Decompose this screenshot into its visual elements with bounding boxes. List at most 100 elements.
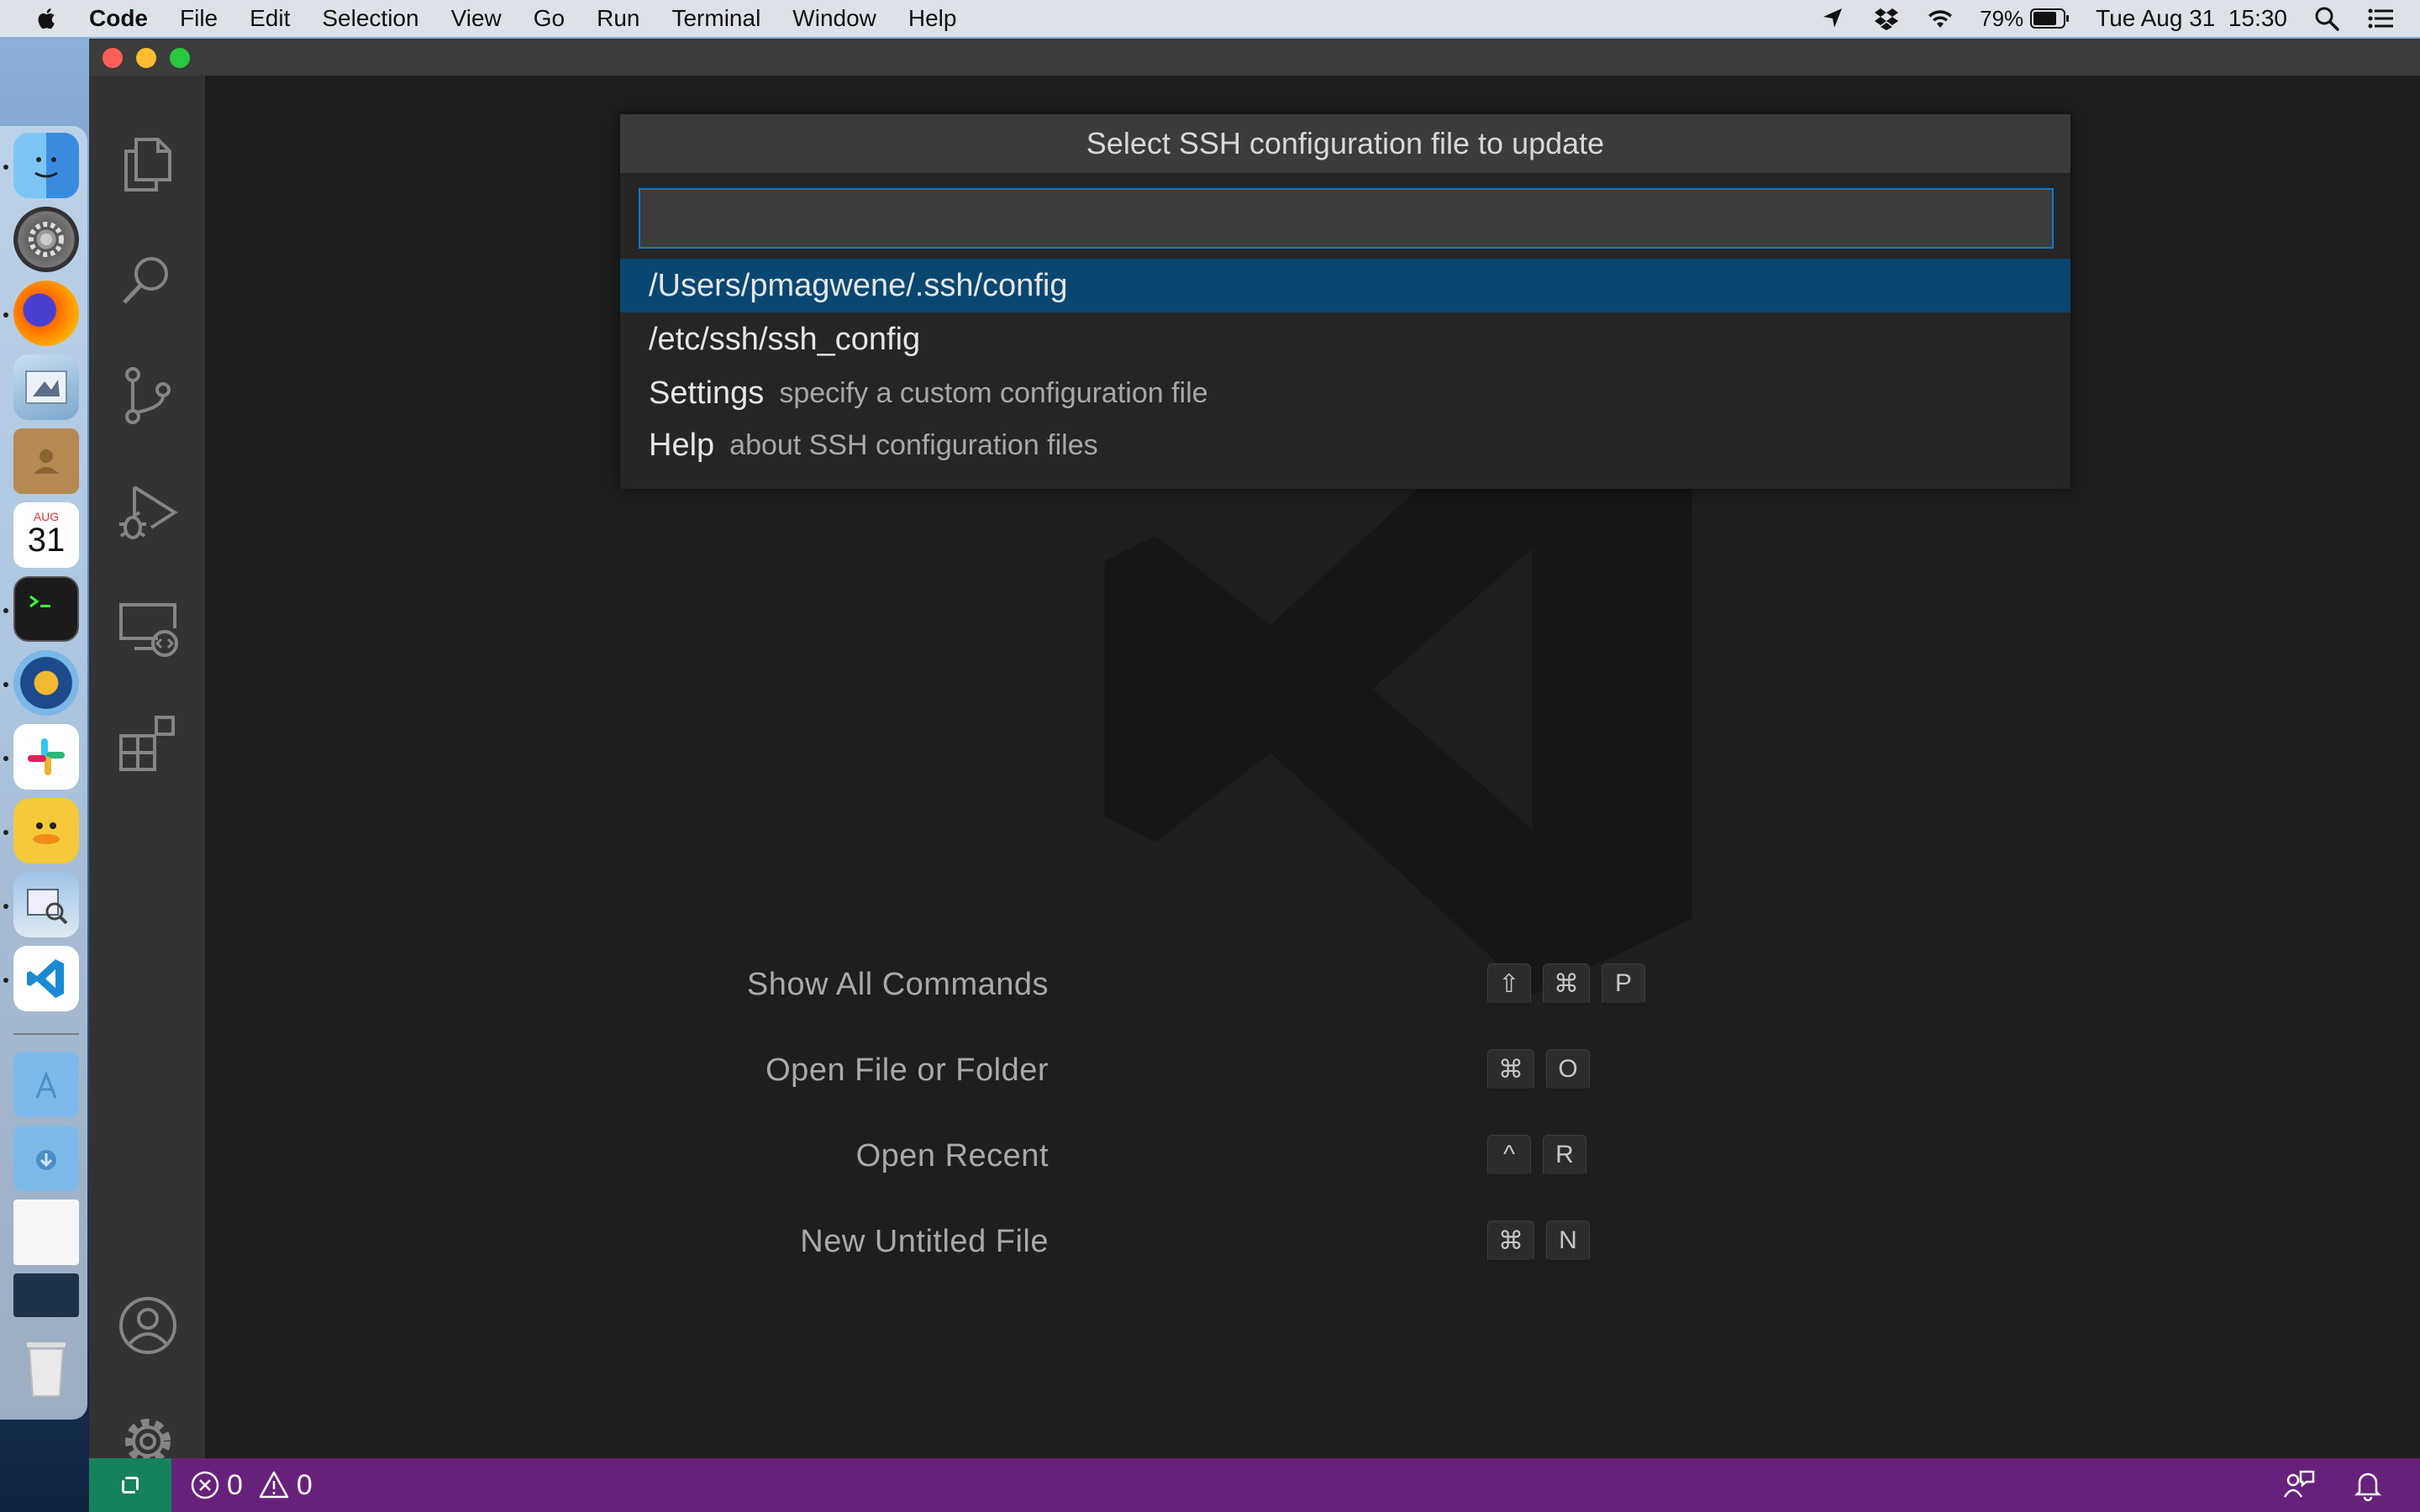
close-window-button[interactable] <box>103 48 123 68</box>
shortcut-open-file-or-folder[interactable]: Open File or Folder <box>625 1045 1049 1095</box>
dock-calendar[interactable]: AUG 31 <box>13 502 79 568</box>
quick-pick-item-label: /etc/ssh/ssh_config <box>649 321 921 357</box>
dock-contacts[interactable] <box>13 428 79 494</box>
dock-system-preferences[interactable] <box>13 207 79 272</box>
accounts-icon[interactable] <box>116 1294 180 1357</box>
shortcut-keys: ^ R <box>1487 1135 1586 1177</box>
quick-pick-item-settings[interactable]: Settings specify a custom configuration … <box>620 366 2070 420</box>
stamp-icon <box>25 370 67 404</box>
apple-icon[interactable] <box>32 3 62 34</box>
quick-pick-title: Select SSH configuration file to update <box>620 114 2070 173</box>
quick-pick-item-description: about SSH configuration files <box>729 428 1098 461</box>
shortcut-label: New Untitled File <box>800 1223 1049 1259</box>
dock-terminal[interactable] <box>13 576 79 642</box>
terminal-prompt-icon <box>29 595 50 608</box>
quick-pick-item-label: /Users/pmagwene/.ssh/config <box>649 267 1068 303</box>
slack-icon <box>28 738 65 775</box>
key-shift: ⇧ <box>1487 963 1531 1005</box>
window-titlebar <box>89 39 2420 76</box>
menu-bar-status-area: 79% Tue Aug 31 15:30 <box>1818 0 2420 37</box>
location-arrow-icon <box>1823 8 1843 28</box>
dock-mail[interactable] <box>13 354 79 420</box>
shortcut-open-recent[interactable]: Open Recent <box>625 1131 1049 1181</box>
menu-selection[interactable]: Selection <box>322 5 418 32</box>
running-indicator <box>3 312 8 318</box>
menu-code[interactable]: Code <box>89 5 148 32</box>
running-indicator <box>3 904 8 909</box>
quick-pick-item-user-ssh-config[interactable]: /Users/pmagwene/.ssh/config <box>620 259 2070 312</box>
vscode-logo-icon <box>27 959 64 998</box>
quick-pick-input[interactable] <box>639 188 2054 249</box>
status-bar: 0 0 <box>89 1458 2420 1512</box>
trash-icon <box>27 1342 66 1397</box>
remote-explorer-icon[interactable] <box>116 596 180 660</box>
extensions-icon[interactable] <box>116 712 180 776</box>
key-o: O <box>1546 1049 1590 1091</box>
dock-firefox[interactable] <box>13 281 79 346</box>
macos-menu-bar: Code File Edit Selection View Go Run Ter… <box>0 0 2420 37</box>
quick-pick-dialog: Select SSH configuration file to update … <box>620 114 2070 489</box>
dock-trash[interactable] <box>13 1336 79 1401</box>
shortcut-new-untitled-file[interactable]: New Untitled File <box>625 1216 1049 1267</box>
notifications-bell-icon[interactable] <box>2351 1468 2385 1502</box>
applications-folder-icon <box>35 1070 57 1099</box>
warning-count: 0 <box>296 1468 313 1501</box>
dock-slack[interactable] <box>13 724 79 790</box>
spotlight-search-icon[interactable] <box>2312 4 2341 33</box>
menu-terminal[interactable]: Terminal <box>671 5 760 32</box>
shortcut-label: Open File or Folder <box>765 1052 1049 1088</box>
battery-percent: 79% <box>1980 5 2024 31</box>
shortcut-keys: ⇧ ⌘ P <box>1487 963 1645 1005</box>
running-indicator <box>3 756 8 761</box>
dropbox-icon[interactable] <box>1872 4 1901 33</box>
control-center-icon[interactable] <box>2366 4 2395 33</box>
shortcut-show-all-commands[interactable]: Show All Commands <box>625 959 1049 1010</box>
quick-pick-item-description: specify a custom configuration file <box>779 376 1208 409</box>
dock-preview[interactable] <box>13 872 79 937</box>
remote-indicator-button[interactable] <box>89 1458 171 1512</box>
menu-edit[interactable]: Edit <box>250 5 290 32</box>
wifi-icon[interactable] <box>1926 4 1954 33</box>
key-command: ⌘ <box>1543 963 1590 1005</box>
key-control: ^ <box>1487 1135 1531 1177</box>
activity-bar <box>89 76 205 1495</box>
minimize-window-button[interactable] <box>136 48 156 68</box>
dock-downloads-folder[interactable] <box>13 1126 79 1191</box>
shortcut-keys: ⌘ N <box>1487 1221 1590 1263</box>
run-debug-icon[interactable] <box>116 480 180 544</box>
quick-pick-item-help[interactable]: Help about SSH configuration files <box>620 418 2070 472</box>
vscode-window: Show All Commands ⇧ ⌘ P Open File or Fol… <box>89 39 2420 1512</box>
dock-document-thumbnail[interactable] <box>13 1200 79 1265</box>
key-n: N <box>1546 1221 1590 1263</box>
dock-applications-folder[interactable] <box>13 1052 79 1117</box>
feedback-icon[interactable] <box>2282 1468 2316 1502</box>
key-command: ⌘ <box>1487 1049 1534 1091</box>
quick-pick-item-label: Settings <box>649 375 765 411</box>
contacts-icon <box>34 449 59 474</box>
dock-cyberduck[interactable] <box>13 798 79 864</box>
menu-help[interactable]: Help <box>908 5 957 32</box>
source-control-icon[interactable] <box>116 365 180 428</box>
dock-vscode[interactable] <box>13 946 79 1011</box>
menu-view[interactable]: View <box>451 5 502 32</box>
dock-ssh-app[interactable] <box>13 650 79 716</box>
shortcut-label: Open Recent <box>855 1137 1049 1173</box>
macos-dock: AUG 31 <box>0 126 87 1420</box>
dock-terminal-thumbnail[interactable] <box>13 1273 79 1317</box>
menu-file[interactable]: File <box>180 5 218 32</box>
menu-window[interactable]: Window <box>792 5 876 32</box>
zoom-window-button[interactable] <box>170 48 190 68</box>
download-folder-icon <box>36 1150 56 1170</box>
menu-bar-clock[interactable]: Tue Aug 31 15:30 <box>2096 5 2287 32</box>
running-indicator <box>3 682 8 687</box>
problems-status[interactable]: 0 0 <box>190 1469 313 1502</box>
battery-status[interactable]: 79% <box>1980 6 2070 32</box>
running-indicator <box>3 608 8 613</box>
dock-finder[interactable] <box>13 133 79 198</box>
running-indicator <box>3 165 8 170</box>
quick-pick-item-system-ssh-config[interactable]: /etc/ssh/ssh_config <box>620 312 2070 366</box>
menu-go[interactable]: Go <box>534 5 565 32</box>
search-icon[interactable] <box>116 249 180 312</box>
menu-run[interactable]: Run <box>597 5 639 32</box>
explorer-icon[interactable] <box>116 133 180 197</box>
